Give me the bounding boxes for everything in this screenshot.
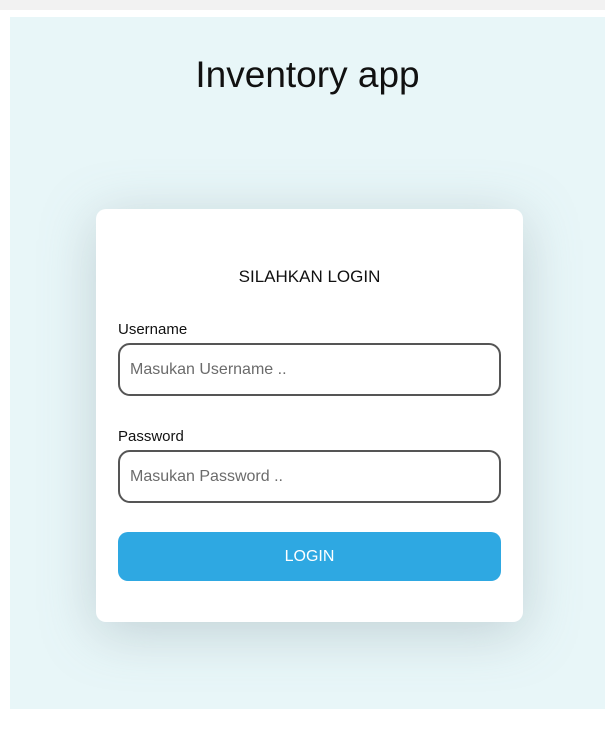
username-label: Username xyxy=(118,321,188,338)
app-title: Inventory app xyxy=(195,54,420,95)
password-label: Password xyxy=(118,428,184,445)
login-button[interactable]: LOGIN xyxy=(118,532,501,581)
login-heading: SILAHKAN LOGIN xyxy=(238,267,381,286)
password-input[interactable] xyxy=(118,450,501,503)
username-input[interactable] xyxy=(118,343,501,396)
browser-top-strip xyxy=(0,0,605,10)
login-page: Inventory app SILAHKAN LOGIN Username Pa… xyxy=(10,17,605,709)
login-card: SILAHKAN LOGIN Username Password LOGIN xyxy=(96,209,523,622)
